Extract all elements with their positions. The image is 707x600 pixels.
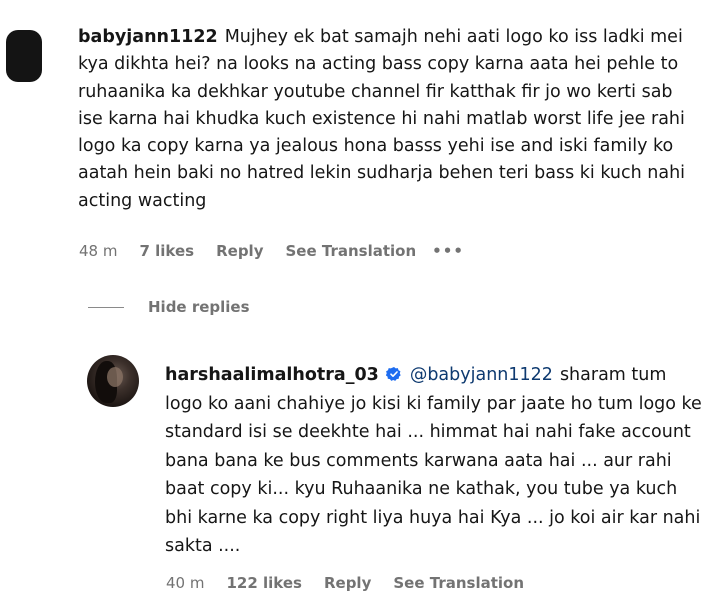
comment-username[interactable]: babyjann1122 [78,27,218,47]
avatar[interactable] [87,355,139,407]
reply-button[interactable]: Reply [216,242,263,260]
see-translation-button[interactable]: See Translation [393,574,524,592]
comment-text: Mujhey ek bat samajh nehi aati logo ko i… [78,27,686,211]
more-options-icon[interactable]: ••• [432,242,464,260]
verified-badge-icon [385,367,401,381]
reply-username[interactable]: harshaalimalhotra_03 [165,365,379,385]
comment-body: babyjann1122 Mujhey ek bat samajh nehi aa… [78,24,693,215]
comment-meta: 48 m 7 likes Reply See Translation ••• [79,242,464,260]
reply-text: sharam tum logo ko aani chahiye jo kisi … [165,365,702,556]
reply-timestamp: 40 m [166,574,205,592]
hide-replies-toggle[interactable]: Hide replies [88,298,250,316]
divider-line [88,306,124,308]
see-translation-button[interactable]: See Translation [285,242,416,260]
reply-meta: 40 m 122 likes Reply See Translation [166,574,524,592]
comment-timestamp: 48 m [79,242,118,260]
reply-likes[interactable]: 122 likes [226,574,302,592]
avatar[interactable] [6,30,42,82]
reply-body: harshaalimalhotra_03 @babyjann1122 sharam … [165,361,705,561]
reply-button[interactable]: Reply [324,574,371,592]
hide-replies-label[interactable]: Hide replies [148,298,250,316]
mention-link[interactable]: @babyjann1122 [410,365,553,385]
comment-likes[interactable]: 7 likes [139,242,194,260]
